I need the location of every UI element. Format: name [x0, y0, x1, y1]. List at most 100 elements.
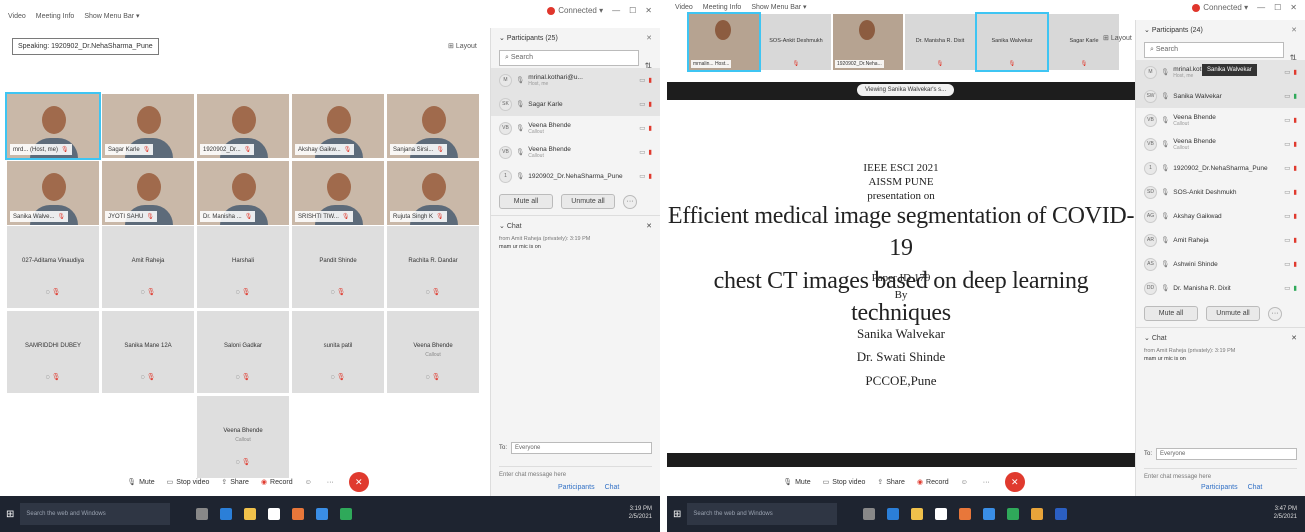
video-tile[interactable]: Sanika Walve... 🎙: [7, 161, 99, 225]
unmute-all-button[interactable]: Unmute all: [1206, 306, 1260, 321]
video-tile[interactable]: Akshay Gaikw... 🎙: [292, 94, 384, 158]
share-button[interactable]: ⇪ Share: [221, 478, 249, 487]
chat-input[interactable]: Enter chat message here: [499, 466, 652, 478]
participant-thumbnail[interactable]: mrnalin... Host...: [687, 12, 761, 72]
mute-button[interactable]: 🎙 Mute: [783, 478, 810, 487]
reactions-button[interactable]: ☺: [961, 479, 971, 486]
audio-tile[interactable]: sunita patil ◌ 🎙: [292, 311, 384, 393]
video-tile[interactable]: SRISHTI TIW... 🎙: [292, 161, 384, 225]
audio-tile[interactable]: Sanika Mane 12A ◌ 🎙: [102, 311, 194, 393]
show-menu-bar[interactable]: Show Menu Bar ▾: [84, 12, 139, 20]
audio-tile[interactable]: SAMRIDDHI DUBEY ◌ 🎙: [7, 311, 99, 393]
participant-row[interactable]: 1 🎙 1920902_Dr.NehaSharma_Pune ▭ ▮: [1136, 156, 1305, 180]
chevron-down-icon[interactable]: ⌄: [499, 223, 507, 230]
video-tile[interactable]: Sagar Karle 🎙: [102, 94, 194, 158]
video-tile[interactable]: Sanjana Sirsi... 🎙: [387, 94, 479, 158]
mute-all-button[interactable]: Mute all: [1144, 306, 1198, 321]
chevron-down-icon[interactable]: ⌄: [1144, 335, 1152, 342]
audio-tile[interactable]: Veena Bhende Callout ◌ 🎙: [197, 396, 289, 478]
app-icon[interactable]: [340, 508, 353, 520]
recipient-select[interactable]: Everyone: [1156, 448, 1297, 460]
record-button[interactable]: ◉ Record: [917, 478, 949, 487]
edge-icon[interactable]: [220, 508, 233, 520]
chevron-down-icon[interactable]: ⌄: [499, 35, 507, 42]
app-icon[interactable]: [1007, 508, 1020, 520]
leave-meeting-button[interactable]: ✕: [348, 472, 369, 492]
participant-row[interactable]: VB 🎙 Veena Bhende Callout ▭ ▮: [491, 116, 660, 140]
connection-status[interactable]: Connected ▾: [558, 6, 603, 15]
close-chat-icon[interactable]: ✕: [1291, 334, 1297, 342]
reactions-button[interactable]: ☺: [305, 479, 315, 486]
participant-row[interactable]: SK 🎙 Sagar Karle ▭ ▮: [491, 92, 660, 116]
minimize-button[interactable]: —: [1257, 3, 1265, 12]
participant-row[interactable]: SW 🎙 Sanika Walvekar ▭ ▮: [1136, 84, 1305, 108]
windows-start-icon[interactable]: ⊞: [673, 509, 681, 520]
participant-row[interactable]: VB 🎙 Veena Bhende Callout ▭ ▮: [1136, 108, 1305, 132]
connection-status[interactable]: Connected ▾: [1203, 3, 1248, 12]
recipient-select[interactable]: Everyone: [511, 442, 652, 454]
stop-video-button[interactable]: ▭ Stop video: [167, 478, 210, 487]
store-icon[interactable]: [268, 508, 281, 520]
participant-thumbnail[interactable]: SOS-Ankit Deshmukh 🎙: [761, 14, 831, 70]
participant-row[interactable]: SD 🎙 SOS-Ankit Deshmukh ▭ ▮: [1136, 180, 1305, 204]
audio-tile[interactable]: 027-Aditama Vinaudiya ◌ 🎙: [7, 226, 99, 308]
close-button[interactable]: ✕: [1290, 3, 1297, 12]
taskbar-search[interactable]: Search the web and Windows: [687, 503, 838, 525]
participant-row[interactable]: M 🎙 mrinal.kothari@u... Host, me ▭ ▮: [491, 68, 660, 92]
mute-button[interactable]: 🎙 Mute: [127, 478, 154, 487]
more-options-button[interactable]: ···: [1268, 306, 1282, 321]
participant-row[interactable]: AR 🎙 Amit Raheja ▭ ▮: [1136, 228, 1305, 252]
video-tile[interactable]: Rujuta Singh K 🎙: [387, 161, 479, 225]
firefox-icon[interactable]: [292, 508, 305, 520]
video-tile[interactable]: mrd... (Host, me) 🎙: [5, 92, 101, 160]
chat-toggle[interactable]: Chat: [605, 484, 620, 491]
close-panel-icon[interactable]: ✕: [1291, 26, 1297, 34]
participant-thumbnail[interactable]: 1920902_Dr.Neha...: [833, 14, 903, 70]
video-menu[interactable]: Video: [8, 13, 26, 20]
firefox-icon[interactable]: [959, 508, 972, 520]
audio-tile[interactable]: Saloni Gadkar ◌ 🎙: [197, 311, 289, 393]
participants-toggle[interactable]: Participants: [558, 484, 595, 491]
participant-search-input[interactable]: ⌕ Search: [1144, 42, 1284, 58]
participant-row[interactable]: AG 🎙 Akshay Gaikwad ▭ ▮: [1136, 204, 1305, 228]
minimize-button[interactable]: —: [612, 6, 620, 15]
leave-meeting-button[interactable]: ✕: [1004, 472, 1025, 492]
chat-toggle[interactable]: Chat: [1248, 484, 1263, 491]
chevron-down-icon[interactable]: ⌄: [1144, 27, 1152, 34]
layout-button[interactable]: ⊞ Layout: [1103, 34, 1132, 42]
maximize-button[interactable]: ☐: [629, 6, 636, 15]
participant-thumbnail[interactable]: Sanika Walvekar 🎙: [975, 12, 1049, 72]
audio-tile[interactable]: Amit Raheja ◌ 🎙: [102, 226, 194, 308]
stop-video-button[interactable]: ▭ Stop video: [823, 478, 866, 487]
more-toolbar-button[interactable]: ···: [327, 479, 337, 486]
participant-row[interactable]: DD 🎙 Dr. Manisha R. Dixit ▭ ▮: [1136, 276, 1305, 300]
participant-row[interactable]: AS 🎙 Ashwini Shinde ▭ ▮: [1136, 252, 1305, 276]
video-tile[interactable]: JYOTI SAHU 🎙: [102, 161, 194, 225]
participant-thumbnail[interactable]: Dr. Manisha R. Dixit 🎙: [905, 14, 975, 70]
close-chat-icon[interactable]: ✕: [646, 222, 652, 230]
vlc-icon[interactable]: [1031, 508, 1044, 520]
video-tile[interactable]: Dr. Manisha ... 🎙: [197, 161, 289, 225]
maximize-button[interactable]: ☐: [1274, 3, 1281, 12]
file-explorer-icon[interactable]: [244, 508, 257, 520]
share-button[interactable]: ⇪ Share: [877, 478, 905, 487]
audio-tile[interactable]: Veena Bhende Callout ◌ 🎙: [387, 311, 479, 393]
meeting-info-menu[interactable]: Meeting Info: [703, 4, 742, 11]
task-view-icon[interactable]: [196, 508, 209, 520]
show-menu-bar[interactable]: Show Menu Bar ▾: [751, 3, 806, 11]
windows-start-icon[interactable]: ⊞: [6, 509, 14, 520]
store-icon[interactable]: [935, 508, 948, 520]
layout-button[interactable]: ⊞ Layout: [448, 42, 477, 50]
mute-all-button[interactable]: Mute all: [499, 194, 553, 209]
video-tile[interactable]: 1920902_Dr... 🎙: [197, 94, 289, 158]
participants-toggle[interactable]: Participants: [1201, 484, 1238, 491]
edge-icon[interactable]: [887, 508, 900, 520]
unmute-all-button[interactable]: Unmute all: [561, 194, 615, 209]
participant-row[interactable]: 1 🎙 1920902_Dr.NehaSharma_Pune ▭ ▮: [491, 164, 660, 188]
more-toolbar-button[interactable]: ···: [983, 479, 993, 486]
participant-row[interactable]: VB 🎙 Veena Bhende Callout ▭ ▮: [1136, 132, 1305, 156]
meeting-info-menu[interactable]: Meeting Info: [36, 13, 75, 20]
more-options-button[interactable]: ···: [623, 194, 637, 209]
task-view-icon[interactable]: [863, 508, 876, 520]
participant-search-input[interactable]: ⌕ Search: [499, 50, 639, 66]
